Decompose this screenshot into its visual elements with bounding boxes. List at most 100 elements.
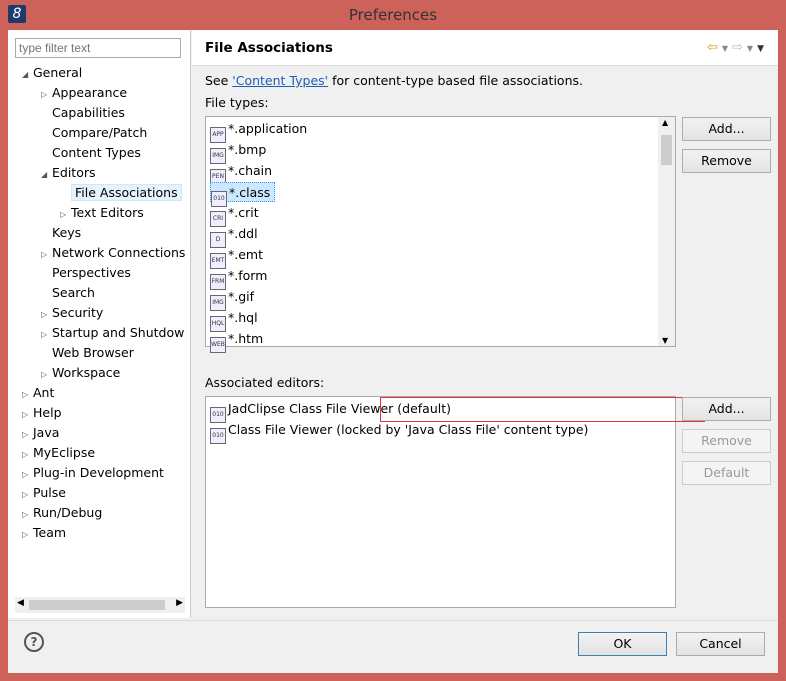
- forward-menu-icon[interactable]: ▼: [747, 44, 757, 53]
- list-item[interactable]: 010 *.class: [210, 182, 276, 207]
- tree-item[interactable]: ▷ Plug-in Development: [22, 463, 164, 483]
- list-item[interactable]: HQL *.hql: [210, 308, 262, 332]
- collapsed-arrow-icon[interactable]: ▷: [22, 405, 33, 425]
- tree-item-label: File Associations: [71, 184, 182, 201]
- tree-item[interactable]: Keys: [41, 223, 81, 243]
- collapsed-arrow-icon[interactable]: ▷: [22, 485, 33, 505]
- scroll-left-icon[interactable]: ◀: [17, 598, 24, 608]
- collapsed-arrow-icon[interactable]: ▷: [22, 385, 33, 405]
- ok-button[interactable]: OK: [578, 632, 667, 656]
- collapsed-arrow-icon[interactable]: ▷: [41, 85, 52, 105]
- vertical-scrollbar[interactable]: ▲ ▼: [658, 117, 675, 346]
- collapsed-arrow-icon[interactable]: ▷: [22, 445, 33, 465]
- list-item-label: *.crit: [228, 205, 259, 220]
- tree-item-label: Text Editors: [71, 205, 144, 220]
- file-types-list[interactable]: APP *.application IMG *.bmp PEN *.chain 010 *.c…: [205, 116, 676, 353]
- file-types-label: File types:: [205, 95, 269, 110]
- remove-file-type-button[interactable]: Remove: [682, 149, 771, 173]
- list-item[interactable]: FRM *.form: [210, 266, 271, 290]
- tree-item[interactable]: ▷ Appearance: [41, 83, 127, 103]
- tree-item[interactable]: ▷ MyEclipse: [22, 443, 95, 463]
- scroll-right-icon[interactable]: ▶: [176, 598, 183, 608]
- list-item-label: *.htm: [228, 331, 264, 346]
- associated-editors-label: Associated editors:: [205, 375, 325, 390]
- page-header: File Associations ⇦▼⇨▼▼: [192, 30, 778, 66]
- list-item[interactable]: WEB *.htm: [210, 329, 267, 353]
- collapsed-arrow-icon[interactable]: ▷: [41, 365, 52, 385]
- remove-editor-button[interactable]: Remove: [682, 429, 771, 453]
- tree-item[interactable]: ◢ Editors: [41, 163, 96, 183]
- forward-arrow-icon[interactable]: ⇨: [732, 40, 747, 55]
- collapsed-arrow-icon[interactable]: ▷: [22, 425, 33, 445]
- divider: [8, 620, 778, 621]
- tree-item[interactable]: File Associations: [60, 183, 182, 203]
- collapsed-arrow-icon[interactable]: ▷: [41, 245, 52, 265]
- list-item[interactable]: EMT *.emt: [210, 245, 267, 269]
- add-file-type-button[interactable]: Add...: [682, 117, 771, 141]
- default-editor-button[interactable]: Default: [682, 461, 771, 485]
- back-arrow-icon[interactable]: ⇦: [707, 40, 722, 55]
- description-text: for content-type based file associations…: [328, 73, 583, 88]
- tree-item[interactable]: ▷ Text Editors: [60, 203, 144, 223]
- tree-item[interactable]: ▷ Workspace: [41, 363, 120, 383]
- add-editor-button[interactable]: Add...: [682, 397, 771, 421]
- tree-item[interactable]: ▷ Java: [22, 423, 59, 443]
- back-menu-icon[interactable]: ▼: [722, 44, 732, 53]
- view-menu-icon[interactable]: ▼: [757, 44, 768, 54]
- collapsed-arrow-icon[interactable]: ▷: [60, 205, 71, 225]
- list-item[interactable]: IMG *.gif: [210, 287, 258, 311]
- associated-editors-list[interactable]: 010 JadClipse Class File Viewer (default)…: [205, 396, 676, 608]
- list-item[interactable]: CRI *.crit: [210, 203, 263, 227]
- expanded-arrow-icon[interactable]: ◢: [22, 65, 33, 85]
- dialog-body: ◢General▷AppearanceCapabilities Compare/P…: [8, 30, 778, 673]
- tree-item-label: Run/Debug: [33, 505, 103, 520]
- tree-item[interactable]: ▷ Pulse: [22, 483, 66, 503]
- tree-item-label: Keys: [52, 225, 82, 240]
- collapsed-arrow-icon[interactable]: ▷: [22, 465, 33, 485]
- tree-item-label: Compare/Patch: [52, 125, 148, 140]
- help-icon[interactable]: ?: [24, 632, 44, 652]
- highlight-annotation: [380, 397, 705, 422]
- tree-item[interactable]: ▷ Ant: [22, 383, 54, 403]
- collapsed-arrow-icon[interactable]: ▷: [22, 525, 33, 545]
- preference-page: File Associations ⇦▼⇨▼▼ See 'Content Typ…: [192, 30, 778, 618]
- list-item[interactable]: 010 Class File Viewer (locked by 'Java Cl…: [210, 420, 592, 444]
- tree-item[interactable]: Perspectives: [41, 263, 131, 283]
- list-item-label: *.form: [228, 268, 268, 283]
- tree-item[interactable]: Content Types: [41, 143, 141, 163]
- scroll-thumb[interactable]: [29, 600, 165, 610]
- collapsed-arrow-icon[interactable]: ▷: [41, 325, 52, 345]
- cancel-button[interactable]: Cancel: [676, 632, 765, 656]
- list-item-label: *.application: [228, 121, 308, 136]
- horizontal-scrollbar[interactable]: ◀ ▶: [15, 597, 185, 613]
- tree-item[interactable]: ▷ Startup and Shutdow: [41, 323, 184, 343]
- tree-item[interactable]: ▷ Help: [22, 403, 62, 423]
- tree-item[interactable]: Web Browser: [41, 343, 134, 363]
- list-item[interactable]: D *.ddl: [210, 224, 262, 248]
- content-types-link[interactable]: 'Content Types': [232, 73, 328, 88]
- tree-item[interactable]: Compare/Patch: [41, 123, 147, 143]
- expanded-arrow-icon[interactable]: ◢: [41, 165, 52, 185]
- page-title: File Associations: [205, 40, 333, 56]
- list-item[interactable]: PEN *.chain: [210, 161, 276, 185]
- filter-input[interactable]: [15, 38, 181, 58]
- list-item-label: *.chain: [228, 163, 273, 178]
- scroll-thumb[interactable]: [661, 135, 672, 165]
- collapsed-arrow-icon[interactable]: ▷: [41, 305, 52, 325]
- collapsed-arrow-icon[interactable]: ▷: [22, 505, 33, 525]
- list-item-label: *.hql: [228, 310, 258, 325]
- tree-item[interactable]: ▷ Network Connections: [41, 243, 185, 263]
- tree-item-label: Java: [33, 425, 60, 440]
- list-item[interactable]: IMG *.bmp: [210, 140, 270, 164]
- file-type-icon: 010: [210, 428, 226, 444]
- list-item[interactable]: APP *.application: [210, 119, 311, 143]
- tree-item[interactable]: ▷ Team: [22, 523, 66, 543]
- scroll-up-icon[interactable]: ▲: [662, 118, 668, 127]
- list-item-label: *.ddl: [228, 226, 258, 241]
- tree-item[interactable]: Capabilities: [41, 103, 125, 123]
- tree-item[interactable]: ▷ Run/Debug: [22, 503, 102, 523]
- tree-item[interactable]: ◢ General: [22, 63, 82, 83]
- tree-item[interactable]: ▷ Security: [41, 303, 103, 323]
- scroll-down-icon[interactable]: ▼: [662, 336, 668, 345]
- tree-item[interactable]: Search: [41, 283, 95, 303]
